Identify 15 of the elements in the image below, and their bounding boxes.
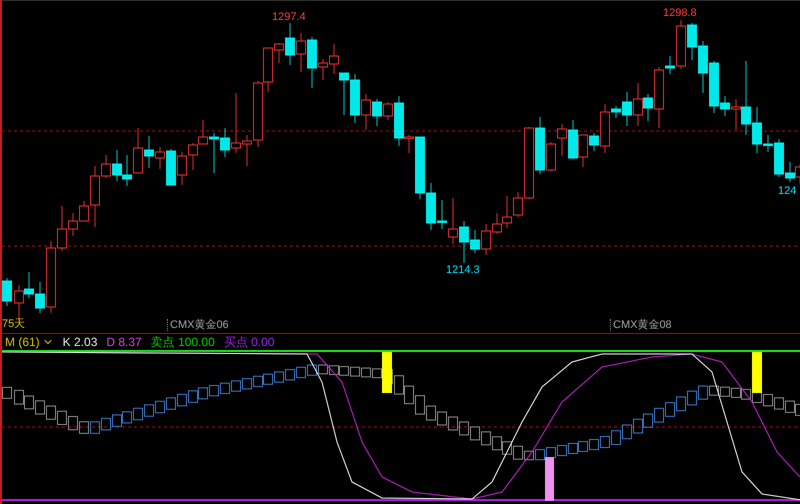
legend-label: 买点 0.00	[224, 334, 274, 350]
legend-label[interactable]: M (61)	[5, 335, 40, 349]
price-label: 1214.3	[446, 264, 480, 276]
legend-label: K 2.03	[62, 335, 98, 349]
price-label: 1298.8	[663, 7, 697, 19]
price-label: 1297.4	[272, 11, 306, 23]
signal-bar	[382, 352, 392, 393]
price-label: 124	[778, 185, 796, 197]
signal-bar	[545, 457, 554, 501]
period-label: 75天	[2, 318, 26, 330]
contract-label: CMX黄金06	[167, 319, 229, 331]
signal-bar	[752, 352, 762, 393]
legend-label: D 8.37	[106, 335, 142, 349]
contract-label: CMX黄金08	[610, 319, 672, 331]
legend-label: 卖点 100.00	[150, 334, 215, 350]
